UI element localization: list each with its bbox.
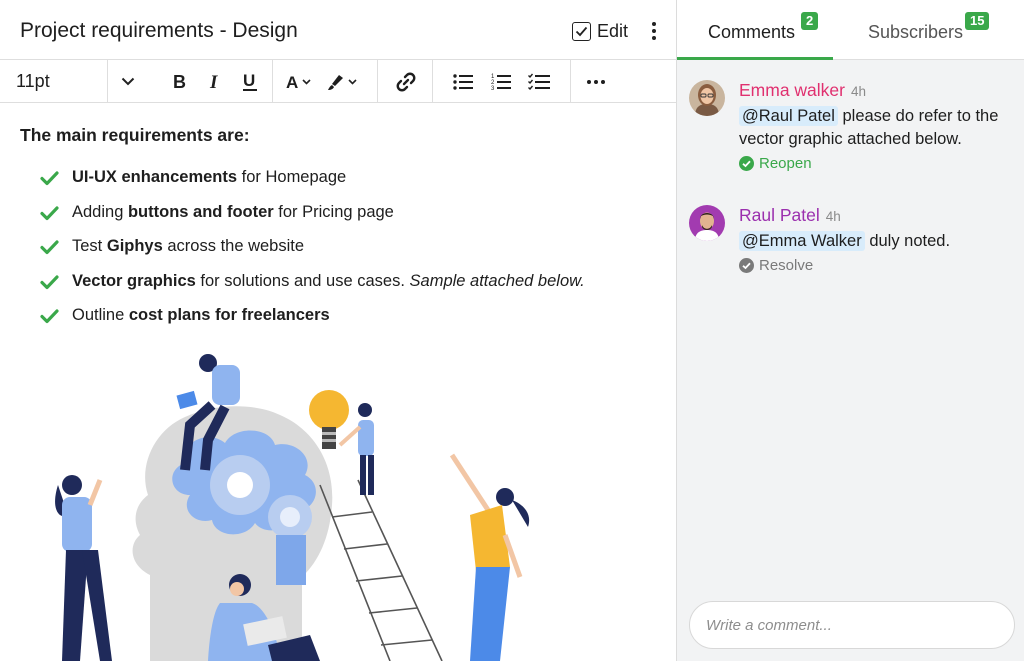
numbered-list-icon[interactable]: 123 bbox=[490, 60, 512, 103]
list-item-text: Adding buttons and footer for Pricing pa… bbox=[72, 203, 394, 222]
toolbar-divider bbox=[107, 60, 108, 103]
check-circle-icon bbox=[739, 156, 754, 171]
comment-input[interactable] bbox=[689, 601, 1015, 649]
comment-text: @Raul Patel please do refer to the vecto… bbox=[739, 105, 1014, 151]
tab-subscribers-label: Subscribers bbox=[868, 22, 964, 42]
more-horizontal-icon[interactable] bbox=[585, 60, 607, 103]
checkbox-icon bbox=[572, 21, 591, 41]
svg-text:I: I bbox=[209, 73, 218, 91]
reopen-label: Reopen bbox=[759, 155, 812, 172]
highlight-brush-icon[interactable] bbox=[325, 60, 361, 103]
svg-text:B: B bbox=[173, 73, 186, 91]
list-item-segment: Sample attached below. bbox=[409, 271, 585, 290]
comment-body: Emma walker 4h @Raul Patel please do refe… bbox=[739, 80, 1014, 172]
bold-icon[interactable]: B bbox=[170, 60, 190, 103]
chevron-down-icon[interactable] bbox=[118, 60, 138, 103]
toolbar-divider bbox=[377, 60, 378, 103]
formatting-toolbar: 11pt B I U A 123 bbox=[0, 60, 676, 103]
ladder bbox=[319, 479, 443, 661]
list-item: UI-UX enhancements for Homepage bbox=[40, 168, 660, 203]
list-item-text: Vector graphics for solutions and use ca… bbox=[72, 272, 585, 291]
avatar[interactable] bbox=[689, 205, 725, 241]
list-item-segment: for solutions and use cases. bbox=[195, 271, 410, 290]
list-item-segment: Adding bbox=[72, 202, 128, 221]
link-icon[interactable] bbox=[393, 60, 419, 103]
comment-time: 4h bbox=[851, 84, 867, 99]
comment-item: Emma walker 4h @Raul Patel please do refe… bbox=[689, 80, 1019, 190]
list-item: Outline cost plans for freelancers bbox=[40, 306, 660, 341]
comment-author[interactable]: Emma walker bbox=[739, 80, 845, 100]
person-pointing bbox=[449, 453, 530, 661]
document-header: Project requirements - Design Edit bbox=[0, 0, 676, 60]
font-size-value[interactable]: 11pt bbox=[16, 60, 50, 103]
list-item-text: UI-UX enhancements for Homepage bbox=[72, 168, 346, 187]
avatar[interactable] bbox=[689, 80, 725, 116]
subscribers-count-badge: 15 bbox=[965, 12, 990, 30]
list-item-segment: Test bbox=[72, 237, 107, 255]
requirements-intro: The main requirements are: bbox=[20, 125, 250, 145]
comments-count-badge: 2 bbox=[801, 12, 819, 30]
active-tab-indicator bbox=[677, 57, 833, 60]
list-item: Test Giphys across the website bbox=[40, 237, 660, 272]
comment-body: Raul Patel 4h @Emma Walker duly noted. Re… bbox=[739, 205, 1014, 274]
svg-text:U: U bbox=[243, 72, 255, 90]
checkmark-icon bbox=[40, 205, 72, 226]
list-item-segment: Outline bbox=[72, 306, 129, 324]
checkmark-icon bbox=[40, 240, 72, 260]
tab-subscribers[interactable]: Subscribers 15 bbox=[847, 0, 1017, 60]
list-item-segment: across the website bbox=[162, 237, 305, 255]
list-item-segment: buttons and footer bbox=[127, 202, 274, 221]
tab-comments-label: Comments bbox=[708, 22, 796, 42]
gear-icon bbox=[210, 455, 270, 515]
toolbar-divider bbox=[272, 60, 273, 103]
comments-sidebar: Comments 2 Subscribers 15 Emma walker 4h bbox=[676, 0, 1024, 661]
svg-text:A: A bbox=[286, 73, 298, 91]
list-item-segment: UI-UX enhancements bbox=[72, 168, 238, 186]
comment-text: @Emma Walker duly noted. bbox=[739, 230, 1014, 253]
italic-icon[interactable]: I bbox=[206, 60, 224, 103]
tab-comments[interactable]: Comments 2 bbox=[677, 0, 833, 60]
sidebar-tabs: Comments 2 Subscribers 15 bbox=[677, 0, 1024, 60]
list-item-segment: cost plans for freelancers bbox=[128, 306, 330, 324]
list-item-text: Test Giphys across the website bbox=[72, 237, 304, 256]
vector-illustration bbox=[55, 354, 530, 661]
resolve-label: Resolve bbox=[759, 257, 814, 274]
brain-stem bbox=[276, 535, 306, 585]
list-item-segment: Giphys bbox=[106, 237, 163, 255]
bullet-list-icon[interactable] bbox=[452, 60, 474, 103]
gear-icon bbox=[268, 495, 312, 539]
document-body[interactable]: The main requirements are: UI-UX enhance… bbox=[20, 125, 660, 341]
comment-item: Raul Patel 4h @Emma Walker duly noted. Re… bbox=[689, 205, 1019, 295]
list-item: Vector graphics for solutions and use ca… bbox=[40, 272, 660, 307]
list-item-segment: for Pricing page bbox=[273, 202, 394, 221]
mention-tag[interactable]: @Raul Patel bbox=[739, 106, 838, 126]
underline-icon[interactable]: U bbox=[240, 60, 260, 103]
checkmark-icon bbox=[40, 171, 72, 191]
person-thinking bbox=[55, 475, 112, 661]
edit-button[interactable]: Edit bbox=[572, 20, 628, 42]
check-circle-icon bbox=[739, 258, 754, 273]
toolbar-divider bbox=[570, 60, 571, 103]
text-color-icon[interactable]: A bbox=[284, 60, 316, 103]
svg-text:3: 3 bbox=[491, 86, 495, 90]
resolve-button[interactable]: Resolve bbox=[739, 257, 1014, 274]
requirements-list: UI-UX enhancements for Homepage Adding bu… bbox=[40, 168, 660, 341]
more-options-icon[interactable] bbox=[647, 20, 661, 42]
comment-time: 4h bbox=[825, 209, 841, 224]
reopen-button[interactable]: Reopen bbox=[739, 155, 1014, 172]
list-item-segment: for Homepage bbox=[237, 168, 347, 186]
toolbar-divider bbox=[432, 60, 433, 103]
page-title: Project requirements - Design bbox=[20, 19, 298, 42]
list-item-segment: Vector graphics bbox=[72, 271, 196, 290]
checkmark-icon bbox=[40, 309, 72, 329]
document-pane: Project requirements - Design Edit 11pt … bbox=[0, 0, 676, 661]
mention-tag[interactable]: @Emma Walker bbox=[739, 231, 865, 251]
list-item-text: Outline cost plans for freelancers bbox=[72, 306, 330, 325]
edit-label: Edit bbox=[597, 20, 629, 41]
checkmark-icon bbox=[40, 274, 72, 295]
checklist-icon[interactable] bbox=[527, 60, 551, 103]
comment-message: duly noted. bbox=[864, 232, 951, 250]
comment-author[interactable]: Raul Patel bbox=[739, 205, 820, 225]
list-item: Adding buttons and footer for Pricing pa… bbox=[40, 203, 660, 238]
